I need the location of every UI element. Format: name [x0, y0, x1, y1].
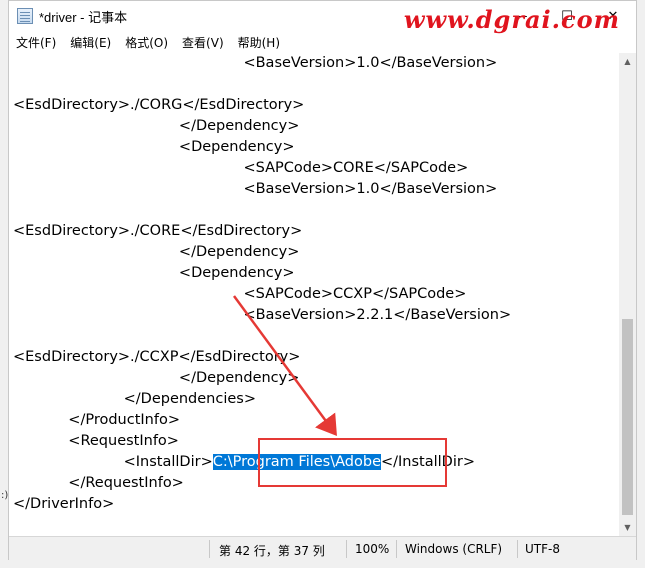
scroll-up-arrow-icon[interactable]: ▲: [619, 53, 636, 70]
scroll-thumb[interactable]: [622, 319, 633, 515]
editor-line[interactable]: [13, 326, 511, 347]
editor-line[interactable]: [13, 74, 511, 95]
editor-line[interactable]: <Dependency>: [13, 263, 511, 284]
editor-line[interactable]: <EsdDirectory>./CORG</EsdDirectory>: [13, 95, 511, 116]
editor-line[interactable]: </DriverInfo>: [13, 494, 511, 515]
scroll-down-arrow-icon[interactable]: ▼: [619, 519, 636, 536]
line-ending: Windows (CRLF): [405, 542, 503, 556]
menu-edit[interactable]: 编辑(E): [63, 34, 118, 51]
editor-line[interactable]: <BaseVersion>1.0</BaseVersion>: [13, 179, 511, 200]
status-separator: [346, 540, 347, 558]
status-separator: [396, 540, 397, 558]
editor-line[interactable]: <BaseVersion>2.2.1</BaseVersion>: [13, 305, 511, 326]
editor-line[interactable]: [13, 200, 511, 221]
background-bottom: [0, 560, 645, 568]
editor-line[interactable]: </Dependency>: [13, 242, 511, 263]
background-left: [0, 0, 8, 568]
watermark: www.dgrai.com: [403, 5, 620, 34]
menu-bar: 文件(F) 编辑(E) 格式(O) 查看(V) 帮助(H): [9, 31, 636, 53]
menu-file[interactable]: 文件(F): [9, 34, 63, 51]
background-right: [637, 0, 645, 568]
editor-line[interactable]: <EsdDirectory>./CORE</EsdDirectory>: [13, 221, 511, 242]
editor-line[interactable]: <SAPCode>CCXP</SAPCode>: [13, 284, 511, 305]
menu-view[interactable]: 查看(V): [175, 34, 231, 51]
window-title: *driver - 记事本: [39, 9, 128, 25]
editor-line[interactable]: </ProductInfo>: [13, 410, 511, 431]
editor-line[interactable]: <Dependency>: [13, 137, 511, 158]
cursor-position: 第 42 行，第 37 列: [219, 544, 325, 558]
editor-line[interactable]: <SAPCode>CORE</SAPCode>: [13, 158, 511, 179]
editor-line[interactable]: <BaseVersion>1.0</BaseVersion>: [13, 53, 511, 74]
zoom-level: 100%: [355, 542, 390, 556]
status-bar: 第 42 行，第 37 列 100% Windows (CRLF) UTF-8: [9, 536, 636, 561]
vertical-scrollbar[interactable]: ▲ ▼: [619, 53, 636, 536]
menu-format[interactable]: 格式(O): [118, 34, 175, 51]
editor-line[interactable]: </Dependencies>: [13, 389, 511, 410]
encoding: UTF-8: [525, 542, 560, 556]
menu-help[interactable]: 帮助(H): [231, 34, 287, 51]
annotation-highlight-box: [258, 438, 447, 487]
status-separator: [517, 540, 518, 558]
editor-line[interactable]: </Dependency>: [13, 368, 511, 389]
installdir-open-tag[interactable]: <InstallDir>: [13, 454, 213, 470]
status-separator: [209, 540, 210, 558]
editor-line[interactable]: <EsdDirectory>./CCXP</EsdDirectory>: [13, 347, 511, 368]
notepad-icon: [17, 8, 33, 24]
editor-line[interactable]: </Dependency>: [13, 116, 511, 137]
title-bar[interactable]: *driver - 记事本 — ☐ ✕ www.dgrai.com: [9, 1, 636, 34]
